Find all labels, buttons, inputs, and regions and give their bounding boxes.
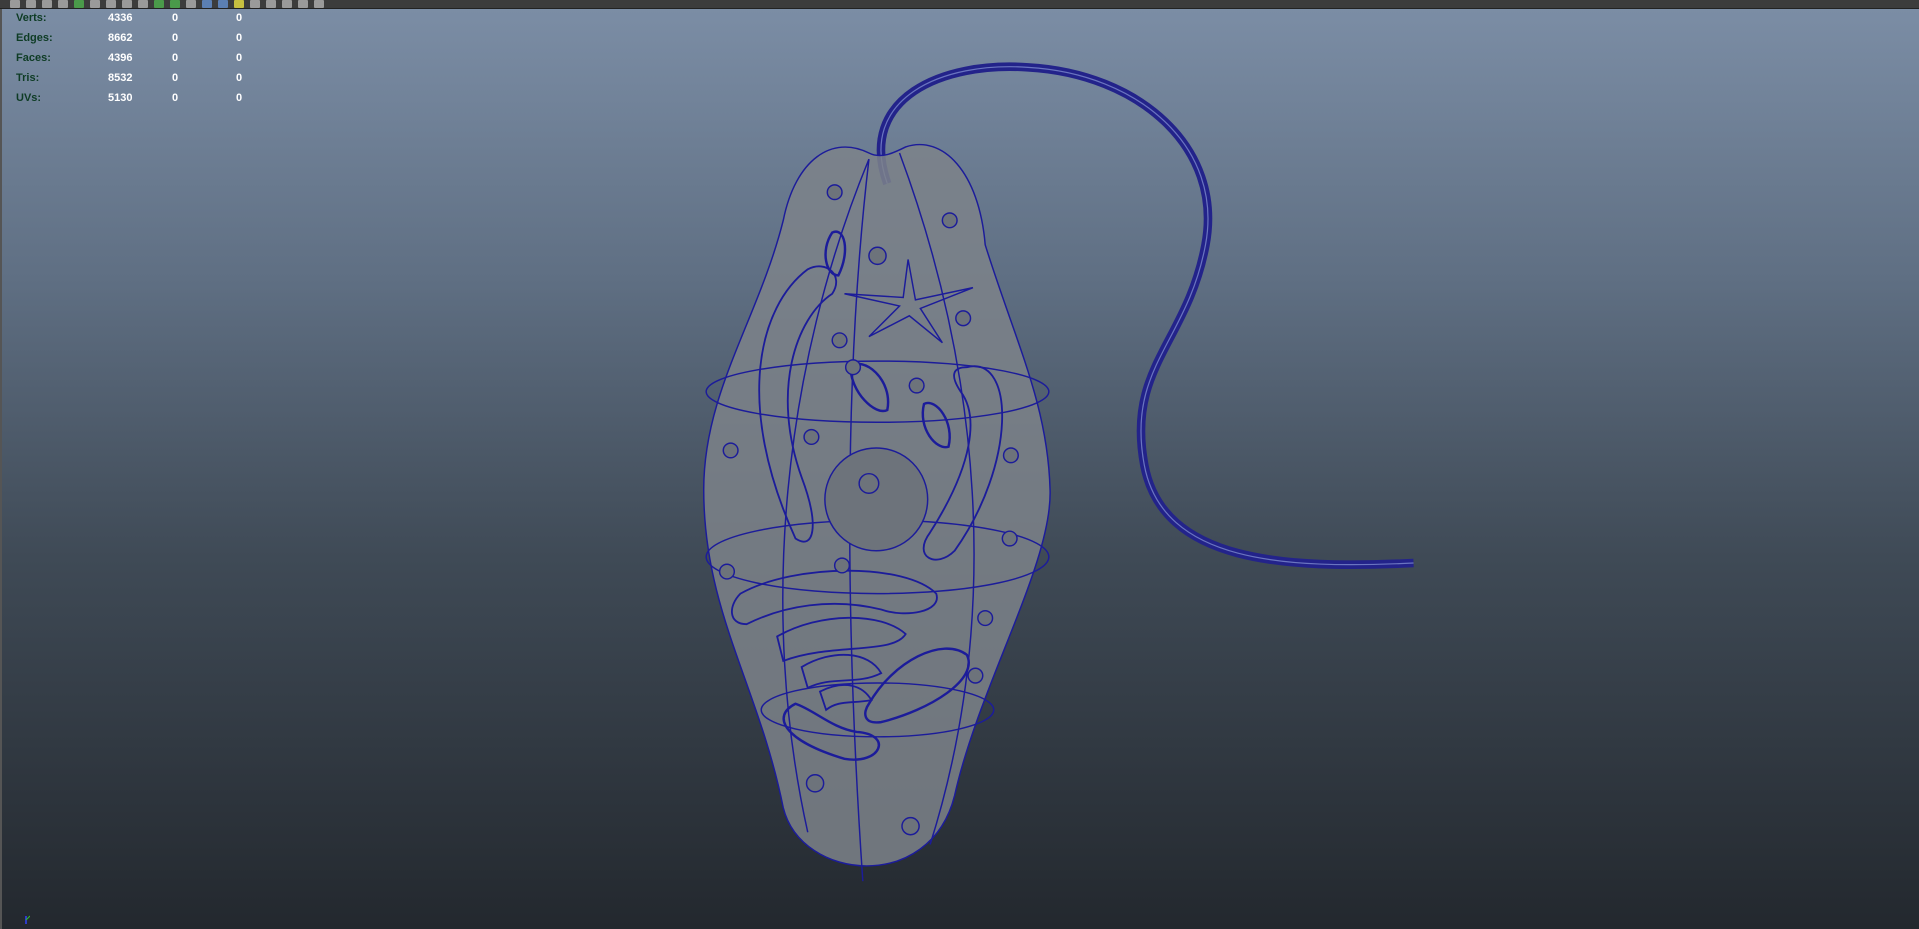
- stat-value: 4336: [108, 12, 133, 24]
- stat-value: 8532: [108, 72, 133, 84]
- stat-value: 0: [172, 72, 179, 84]
- stat-row-verts: Verts: 4336 0 0: [16, 8, 300, 28]
- stat-value: 0: [172, 32, 179, 44]
- stat-value: 0: [172, 52, 179, 64]
- stat-row-tris: Tris: 8532 0 0: [16, 68, 300, 88]
- stat-value: 0: [236, 92, 243, 104]
- stat-value: 5130: [108, 92, 133, 104]
- stat-label: Faces:: [16, 52, 51, 64]
- stat-row-uvs: UVs: 5130 0 0: [16, 88, 300, 108]
- stat-label: Verts:: [16, 12, 47, 24]
- stat-value: 0: [236, 72, 243, 84]
- stat-value: 8662: [108, 32, 133, 44]
- stat-value: 0: [236, 12, 243, 24]
- stat-value: 4396: [108, 52, 133, 64]
- stat-label: Tris:: [16, 72, 40, 84]
- axis-gizmo-icon: [25, 915, 30, 924]
- poly-count-hud: Verts: 4336 0 0 Edges: 8662 0 0 Faces: 4…: [16, 8, 300, 108]
- stat-row-faces: Faces: 4396 0 0: [16, 48, 300, 68]
- nucleus: [824, 447, 929, 552]
- stat-row-edges: Edges: 8662 0 0: [16, 28, 300, 48]
- stat-label: Edges:: [16, 32, 53, 44]
- stat-value: 0: [236, 52, 243, 64]
- stat-value: 0: [172, 12, 179, 24]
- stat-value: 0: [236, 32, 243, 44]
- stat-value: 0: [172, 92, 179, 104]
- stat-label: UVs:: [16, 92, 42, 104]
- 3d-viewport[interactable]: [0, 0, 1919, 929]
